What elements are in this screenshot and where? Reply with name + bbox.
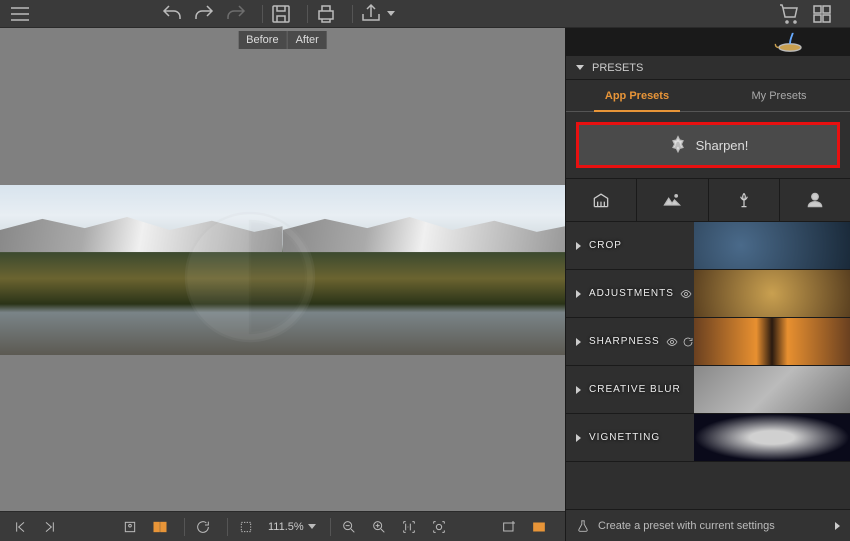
redo-alt-icon[interactable] [224, 2, 248, 26]
eye-icon [666, 336, 678, 348]
panel-vignetting-label: VIGNETTING [589, 432, 660, 443]
fit-1-1-icon[interactable] [397, 515, 421, 539]
panel-vig-bg [694, 414, 850, 461]
panel-adj-bg [694, 270, 850, 317]
reset-icon [682, 336, 694, 348]
side-banner [566, 28, 850, 56]
sharpen-badge-icon: A [668, 135, 688, 155]
tab-app-label: App Presets [605, 90, 669, 102]
share-dropdown-icon[interactable] [387, 11, 395, 16]
zoom-level: 111.5% [268, 521, 304, 533]
category-portrait[interactable] [780, 179, 850, 221]
panel-crop-label: CROP [589, 240, 622, 251]
share-icon[interactable] [359, 2, 383, 26]
crop-tool-icon[interactable] [234, 515, 258, 539]
panel-creative-blur[interactable]: CREATIVE BLUR [566, 366, 850, 414]
single-view-icon[interactable] [118, 515, 142, 539]
portrait-icon [805, 190, 825, 210]
preset-tabs: App Presets My Presets [566, 80, 850, 112]
category-row [566, 178, 850, 222]
save-icon[interactable] [269, 2, 293, 26]
category-macro[interactable] [709, 179, 780, 221]
menu-icon[interactable] [8, 2, 32, 26]
create-preset-label: Create a preset with current settings [598, 520, 775, 532]
expand-icon [576, 338, 581, 346]
panel-crop-bg [694, 222, 850, 269]
collapse-icon [576, 65, 584, 70]
create-preset-button[interactable]: Create a preset with current settings [566, 509, 850, 541]
presets-header[interactable]: PRESETS [566, 56, 850, 80]
panel-blur-bg [694, 366, 850, 413]
watermark-icon [170, 197, 330, 357]
expand-icon [576, 434, 581, 442]
footer-arrow-icon [835, 522, 840, 530]
cart-icon[interactable] [778, 2, 802, 26]
sharpen-preset-button[interactable]: A Sharpen! [576, 122, 840, 168]
tab-my-label: My Presets [751, 90, 806, 102]
panel-sharpness[interactable]: SHARPNESS [566, 318, 850, 366]
fit-screen-icon[interactable] [427, 515, 451, 539]
flask-icon [576, 519, 590, 533]
redo-icon[interactable] [192, 2, 216, 26]
eye-icon [680, 288, 692, 300]
svg-text:A: A [675, 141, 681, 150]
next-image-icon[interactable] [38, 515, 62, 539]
panel-adjustments[interactable]: ADJUSTMENTS [566, 270, 850, 318]
panel-sharp-bg [694, 318, 850, 365]
tab-my-presets[interactable]: My Presets [708, 80, 850, 111]
presets-header-label: PRESETS [592, 62, 643, 74]
landscape-icon [662, 190, 682, 210]
compare-view-icon[interactable] [148, 515, 172, 539]
zoom-dropdown-icon[interactable] [308, 524, 316, 529]
top-toolbar [0, 0, 850, 28]
prev-image-icon[interactable] [8, 515, 32, 539]
zoom-in-icon[interactable] [367, 515, 391, 539]
sharpen-label: Sharpen! [696, 138, 749, 153]
compare-toggle-icon[interactable] [527, 515, 551, 539]
panel-blur-label: CREATIVE BLUR [589, 384, 681, 395]
zoom-out-icon[interactable] [337, 515, 361, 539]
rotate-icon[interactable] [191, 515, 215, 539]
side-panel: PRESETS App Presets My Presets A Sharpen… [565, 28, 850, 541]
panel-crop[interactable]: CROP [566, 222, 850, 270]
banner-lamp-icon [770, 31, 830, 53]
print-icon[interactable] [314, 2, 338, 26]
category-architecture[interactable] [566, 179, 637, 221]
viewer-bottom-bar: 111.5% [0, 511, 565, 541]
add-image-icon[interactable] [497, 515, 521, 539]
architecture-icon [591, 190, 611, 210]
macro-icon [734, 190, 754, 210]
expand-icon [576, 242, 581, 250]
category-landscape[interactable] [637, 179, 708, 221]
expand-icon [576, 386, 581, 394]
panel-vignetting[interactable]: VIGNETTING [566, 414, 850, 462]
tab-app-presets[interactable]: App Presets [566, 80, 708, 111]
expand-icon [576, 290, 581, 298]
image-viewer: Before After 111.5% [0, 28, 565, 541]
grid-icon[interactable] [810, 2, 834, 26]
panel-adjustments-label: ADJUSTMENTS [589, 288, 674, 299]
undo-icon[interactable] [160, 2, 184, 26]
panel-sharpness-label: SHARPNESS [589, 336, 660, 347]
